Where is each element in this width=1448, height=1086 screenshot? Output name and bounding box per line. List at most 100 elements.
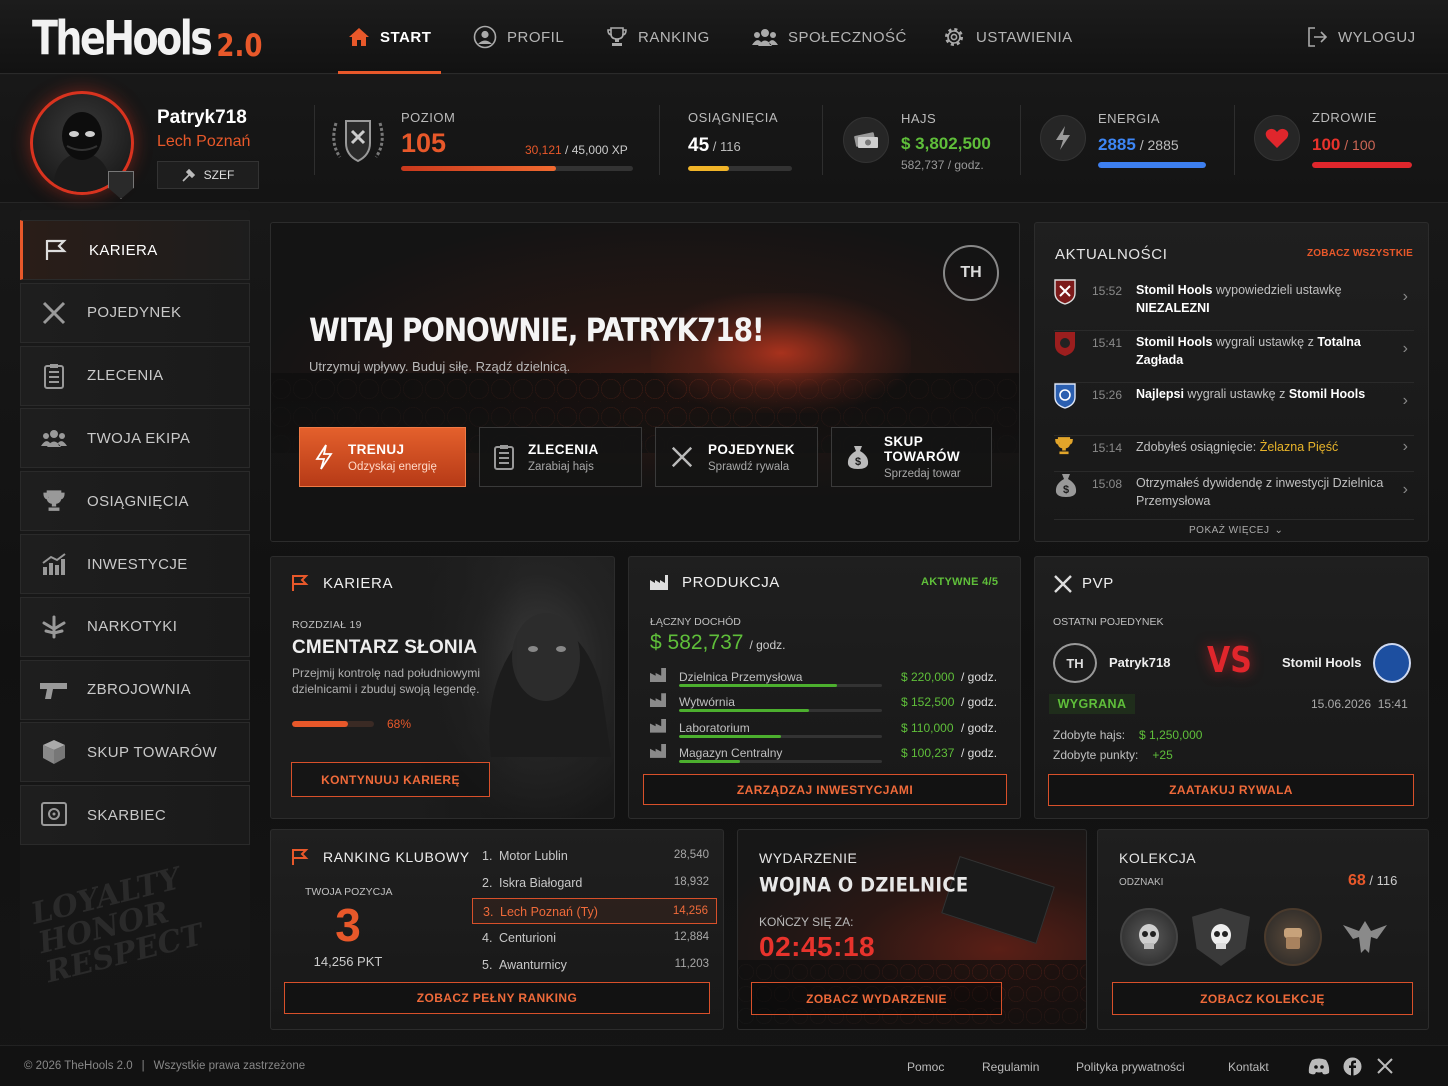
ranking-row[interactable]: 3. Lech Poznań (Ty) 14,256: [472, 897, 717, 924]
svg-text:$: $: [855, 456, 861, 468]
sidebar-item-osiągnięcia[interactable]: OSIĄGNIĘCIA: [20, 471, 250, 532]
footer-link-privacy[interactable]: Polityka prywatności: [1076, 1060, 1185, 1074]
nav-spolecznosc-label: SPOŁECZNOŚĆ: [788, 28, 907, 46]
divider: [659, 105, 660, 175]
news-item[interactable]: $15:08 Otrzymałeś dywidendę z inwestycji …: [1054, 472, 1414, 520]
footer-link-contact[interactable]: Kontakt: [1228, 1060, 1269, 1074]
nav-spolecznosc[interactable]: SPOŁECZNOŚĆ: [752, 0, 907, 74]
footer-link-terms[interactable]: Regulamin: [982, 1060, 1039, 1074]
achievements-value: 45: [688, 135, 710, 156]
production-row[interactable]: Magazyn Centralny $ 100,237 / godz.: [648, 743, 1003, 767]
nav-profil[interactable]: PROFIL: [473, 0, 564, 74]
gear-icon: [945, 28, 963, 46]
ranking-pos: 3.: [483, 904, 494, 919]
nav-start[interactable]: START: [337, 0, 442, 74]
event-label: WYDARZENIE: [759, 850, 858, 866]
sidebar-item-pojedynek[interactable]: POJEDYNEK: [20, 282, 250, 343]
attack-rival-button[interactable]: ZAATAKUJ RYWALA: [1048, 774, 1414, 806]
production-row[interactable]: Wytwórnia $ 152,500 / godz.: [648, 692, 1003, 716]
news-body: wygrali ustawkę z: [1183, 387, 1289, 401]
flag-icon: [292, 849, 309, 865]
news-text: Stomil Hools wypowiedzieli ustawkę NIEZA…: [1136, 281, 1386, 317]
nav-ustawienia[interactable]: USTAWIENIA: [942, 0, 1073, 74]
hero-skup-towarów-button[interactable]: $ SKUP TOWARÓW Sprzedaj towar: [831, 427, 992, 487]
nav-ranking[interactable]: RANKING: [606, 0, 710, 74]
sidebar-item-narkotyki[interactable]: NARKOTYKI: [20, 596, 250, 657]
player-club: Lech Poznań: [157, 133, 251, 150]
sidebar-item-zbrojownia[interactable]: ZBROJOWNIA: [20, 659, 250, 720]
news-more-button[interactable]: POKAŻ WIĘCEJ ⌄: [1189, 525, 1283, 536]
ranking-row[interactable]: 4. Centurioni 12,884: [472, 925, 717, 951]
pvp-cash-row: Zdobyte hajs: $ 1,250,000: [1053, 728, 1202, 742]
role-badge[interactable]: SZEF: [157, 161, 259, 189]
nav-start-label: START: [380, 28, 432, 46]
health-value: 100: [1312, 135, 1341, 154]
x-icon[interactable]: [1377, 1058, 1393, 1074]
ranking-club: Motor Lublin: [499, 849, 568, 863]
ranking-points: 18,932: [673, 876, 709, 889]
production-unit: / godz.: [961, 720, 998, 735]
sidebar-item-skup-towarów[interactable]: SKUP TOWARÓW: [20, 722, 250, 783]
hero-pojedynek-button[interactable]: POJEDYNEK Sprawdź rywala: [655, 427, 818, 487]
xp-readout: 30,121 / 45,000 XP: [525, 143, 628, 157]
sidebar-item-zlecenia[interactable]: ZLECENIA: [20, 345, 250, 406]
hero-zlecenia-button[interactable]: ZLECENIA Zarabiaj hajs: [479, 427, 642, 487]
health-readout: 100 / 100: [1312, 135, 1375, 155]
fist-badge-icon[interactable]: [1264, 908, 1322, 966]
graffiti-decoration: LOYALTY HONOR RESPECT: [27, 861, 208, 991]
discord-icon[interactable]: [1308, 1058, 1330, 1075]
chart-icon: [21, 553, 87, 575]
lab-icon: [650, 718, 666, 733]
eagle-badge-icon[interactable]: [1336, 908, 1394, 966]
ranking-row[interactable]: 1. Motor Lublin 28,540: [472, 843, 717, 869]
see-event-button[interactable]: ZOBACZ WYDARZENIE: [751, 982, 1002, 1015]
ranking-pos: 4.: [482, 930, 493, 945]
logo[interactable]: TheHools 2.0: [32, 14, 262, 63]
facebook-icon[interactable]: [1343, 1057, 1362, 1076]
ranking-row[interactable]: 2. Iskra Białogard 18,932: [472, 870, 717, 896]
news-time: 15:41: [1092, 336, 1123, 350]
hero-trenuj-button[interactable]: TRENUJ Odzyskaj energię: [299, 427, 466, 487]
ranking-points: 12,884: [673, 930, 709, 943]
hero-button-title: SKUP TOWARÓW: [884, 434, 961, 464]
skull-shield-badge-icon[interactable]: [1192, 908, 1250, 966]
news-item[interactable]: 15:14 Zdobyłeś osiągnięcie: Żelazna Pięść…: [1054, 436, 1414, 472]
ranking-row[interactable]: 5. Awanturnicy 11,203: [472, 952, 717, 978]
news-item[interactable]: 15:52 Stomil Hools wypowiedzieli ustawkę …: [1054, 279, 1414, 331]
manage-investments-button[interactable]: ZARZĄDZAJ INWESTYCJAMI: [643, 774, 1007, 805]
news-time: 15:08: [1092, 477, 1123, 491]
your-position-label: TWOJA POZYCJA: [305, 886, 393, 898]
news-target: NIEZALEZNI: [1136, 301, 1210, 315]
user-icon: [473, 25, 497, 49]
pvp-player-name: Patryk718: [1109, 655, 1171, 670]
production-row[interactable]: Laboratorium $ 110,000 / godz.: [648, 718, 1003, 742]
sidebar-item-skarbiec[interactable]: SKARBIEC: [20, 785, 250, 846]
sidebar-item-inwestycje[interactable]: INWESTYCJE: [20, 534, 250, 594]
production-total: $ 582,737 / godz.: [650, 631, 785, 655]
money-bag-icon: $: [1054, 472, 1078, 498]
news-item[interactable]: 15:41 Stomil Hools wygrali ustawkę z Tota…: [1054, 331, 1414, 383]
production-name: Wytwórnia: [679, 695, 735, 710]
production-total-value: $ 582,737: [650, 631, 744, 654]
news-see-all-link[interactable]: ZOBACZ WSZYSTKIE: [1307, 248, 1413, 259]
news-actor: Stomil Hools: [1136, 283, 1213, 297]
full-ranking-button[interactable]: ZOBACZ PEŁNY RANKING: [284, 982, 710, 1014]
production-row[interactable]: Dzielnica Przemysłowa $ 220,000 / godz.: [648, 667, 1003, 691]
sidebar-item-twoja-ekipa[interactable]: TWOJA EKIPA: [20, 408, 250, 469]
footer-link-help[interactable]: Pomoc: [907, 1060, 944, 1074]
logout-button[interactable]: WYLOGUJ: [1306, 0, 1416, 74]
chevron-right-icon: ›: [1402, 438, 1408, 455]
continue-career-button[interactable]: KONTYNUUJ KARIERĘ: [291, 762, 490, 797]
news-item[interactable]: 15:26 Najlepsi wygrali ustawkę z Stomil H…: [1054, 383, 1414, 436]
footer-copyright: © 2026 TheHools 2.0 | Wszystkie prawa za…: [24, 1060, 305, 1072]
see-collection-button[interactable]: ZOBACZ KOLEKCJĘ: [1112, 982, 1413, 1015]
sidebar-item-kariera[interactable]: KARIERA: [20, 220, 250, 280]
collection-title: KOLEKCJA: [1119, 850, 1197, 866]
ranking-pos: 1.: [482, 849, 493, 863]
event-flag-decoration: [941, 856, 1055, 944]
ranking-pos: 5.: [482, 958, 493, 973]
health-label: ZDROWIE: [1312, 110, 1377, 125]
logout-label: WYLOGUJ: [1338, 28, 1416, 46]
pvp-opponent-name: Stomil Hools: [1282, 655, 1362, 670]
skull-badge-icon[interactable]: [1120, 908, 1178, 966]
